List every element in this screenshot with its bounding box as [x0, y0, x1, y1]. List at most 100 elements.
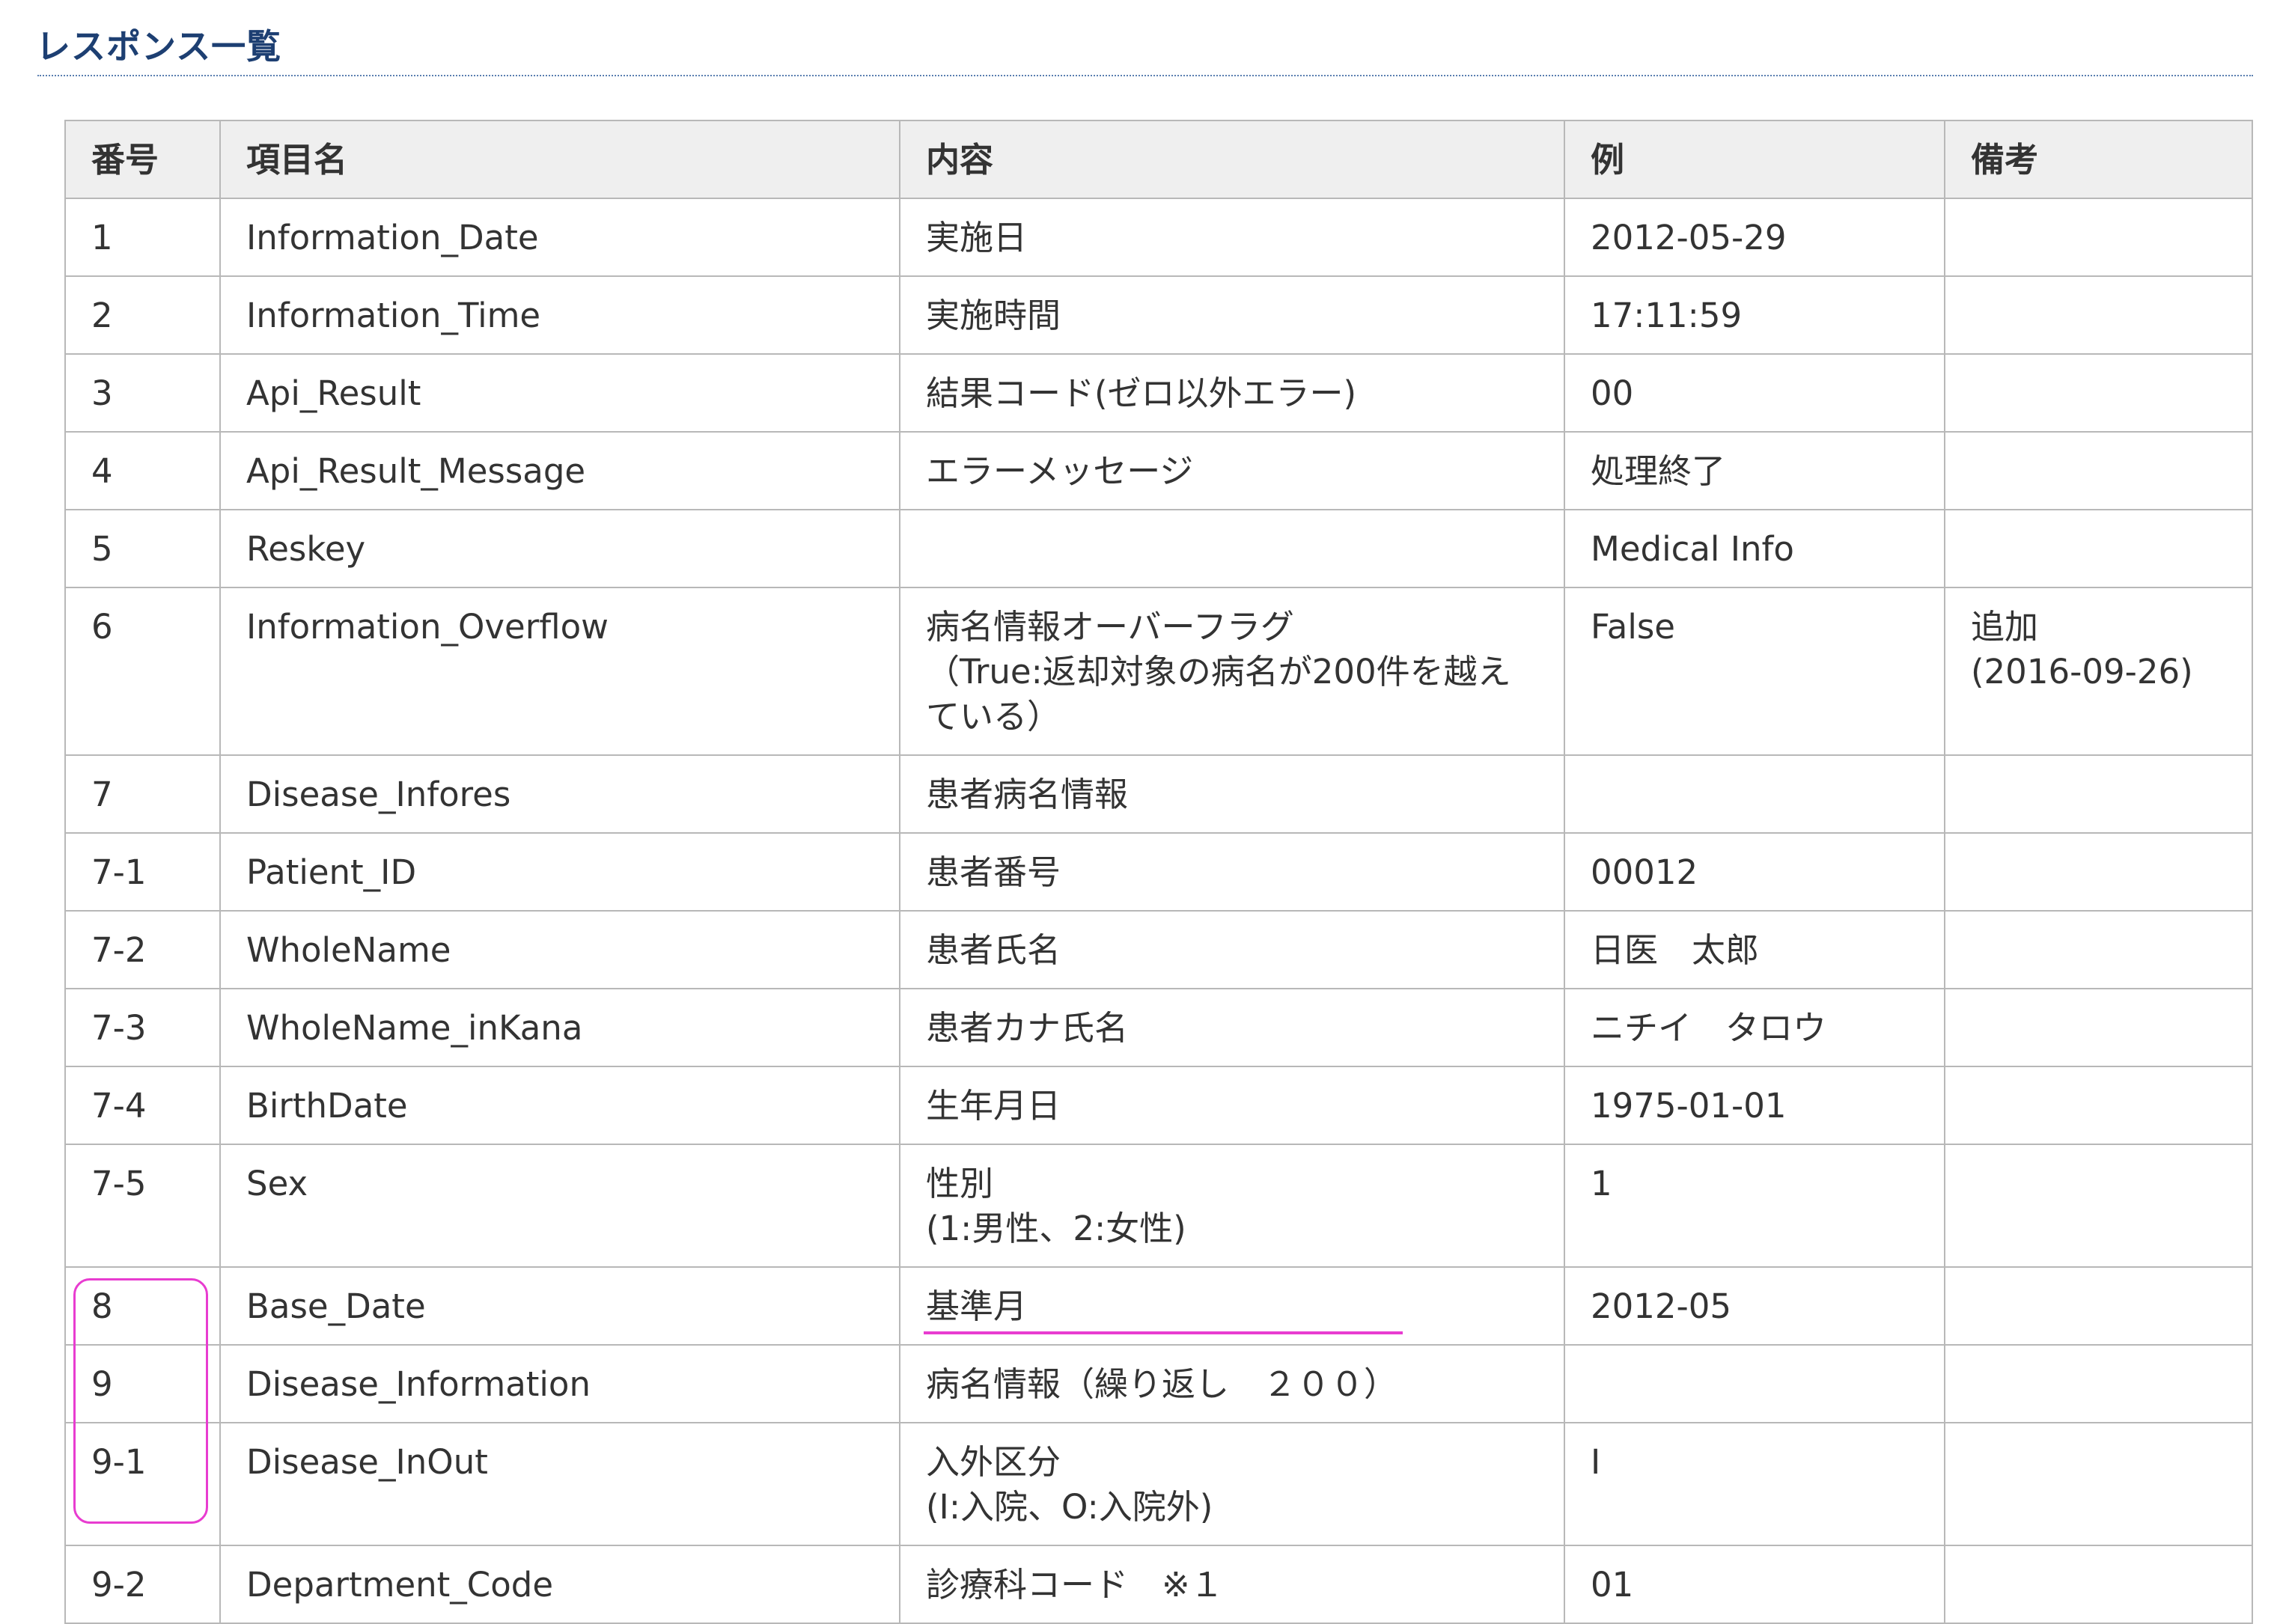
cell-remarks [1944, 1066, 2253, 1145]
cell-number: 5 [64, 509, 221, 588]
cell-number: 7-5 [64, 1144, 221, 1268]
cell-number: 9-2 [64, 1545, 221, 1624]
cell-item-name: Sex [219, 1144, 900, 1268]
cell-item-name: WholeName [219, 910, 900, 989]
title-divider [37, 75, 2253, 76]
cell-item-name: Department_Code [219, 1545, 900, 1624]
cell-content: 実施日 [899, 198, 1565, 277]
cell-content: 基準月 [899, 1266, 1565, 1346]
cell-remarks [1944, 832, 2253, 912]
response-table: 番号 項目名 内容 例 備考 1 Information_Date 実施日 20… [64, 120, 2253, 1624]
cell-content: 結果コード(ゼロ以外エラー) [899, 353, 1565, 433]
page-title: レスポンス一覧 [36, 26, 282, 67]
cell-example: 00 [1564, 353, 1945, 433]
table-row: 7-3 WholeName_inKana 患者カナ氏名 ニチイ タロウ [64, 988, 2253, 1067]
table-row: 7 Disease_Infores 患者病名情報 [64, 754, 2253, 834]
cell-example: 17:11:59 [1564, 275, 1945, 355]
cell-item-name: Reskey [219, 509, 900, 588]
cell-number: 9 [64, 1344, 221, 1423]
cell-item-name: Disease_Information [219, 1344, 900, 1423]
cell-content: 患者病名情報 [899, 754, 1565, 834]
cell-remarks [1944, 1144, 2253, 1268]
cell-content [899, 509, 1565, 588]
cell-remarks [1944, 509, 2253, 588]
cell-content: 病名情報オーバーフラグ （True:返却対象の病名が200件を越え ている） [899, 587, 1565, 756]
cell-example: 01 [1564, 1545, 1945, 1624]
cell-number: 7-1 [64, 832, 221, 912]
cell-content: 患者カナ氏名 [899, 988, 1565, 1067]
cell-example [1564, 1344, 1945, 1423]
cell-number: 7 [64, 754, 221, 834]
cell-remarks [1944, 1422, 2253, 1546]
cell-remarks [1944, 754, 2253, 834]
cell-remarks [1944, 1344, 2253, 1423]
table-row: 4 Api_Result_Message エラーメッセージ 処理終了 [64, 431, 2253, 510]
cell-example [1564, 754, 1945, 834]
cell-item-name: BirthDate [219, 1066, 900, 1145]
cell-number: 1 [64, 198, 221, 277]
cell-content: 性別 (1:男性、2:女性) [899, 1144, 1565, 1268]
cell-number: 4 [64, 431, 221, 510]
cell-item-name: Patient_ID [219, 832, 900, 912]
cell-remarks [1944, 353, 2253, 433]
cell-example: ニチイ タロウ [1564, 988, 1945, 1067]
cell-remarks [1944, 988, 2253, 1067]
cell-item-name: Base_Date [219, 1266, 900, 1346]
table-row: 1 Information_Date 実施日 2012-05-29 [64, 198, 2253, 277]
cell-example: 2012-05-29 [1564, 198, 1945, 277]
cell-number: 8 [64, 1266, 221, 1346]
cell-item-name: Disease_InOut [219, 1422, 900, 1546]
cell-item-name: Information_Date [219, 198, 900, 277]
table-row: 7-4 BirthDate 生年月日 1975-01-01 [64, 1066, 2253, 1145]
cell-example: 1975-01-01 [1564, 1066, 1945, 1145]
header-remarks: 備考 [1944, 120, 2253, 199]
table-row: 7-2 WholeName 患者氏名 日医 太郎 [64, 910, 2253, 989]
cell-content: 生年月日 [899, 1066, 1565, 1145]
cell-content: 病名情報（繰り返し ２００） [899, 1344, 1565, 1423]
header-content: 内容 [899, 120, 1565, 199]
cell-content: 患者氏名 [899, 910, 1565, 989]
cell-content: 入外区分 (I:入院、O:入院外) [899, 1422, 1565, 1546]
cell-remarks: 追加 (2016-09-26) [1944, 587, 2253, 756]
header-number: 番号 [64, 120, 221, 199]
table-row: 6 Information_Overflow 病名情報オーバーフラグ （True… [64, 587, 2253, 756]
cell-number: 3 [64, 353, 221, 433]
header-item-name: 項目名 [219, 120, 900, 199]
cell-item-name: Api_Result_Message [219, 431, 900, 510]
table-row: 2 Information_Time 実施時間 17:11:59 [64, 275, 2253, 355]
cell-item-name: Api_Result [219, 353, 900, 433]
cell-number: 9-1 [64, 1422, 221, 1546]
cell-example: 1 [1564, 1144, 1945, 1268]
cell-example: False [1564, 587, 1945, 756]
table-row: 5 Reskey Medical Info [64, 509, 2253, 588]
cell-number: 6 [64, 587, 221, 756]
cell-example: 2012-05 [1564, 1266, 1945, 1346]
cell-item-name: Information_Overflow [219, 587, 900, 756]
cell-remarks [1944, 1266, 2253, 1346]
cell-content: 診療科コード ※１ [899, 1545, 1565, 1624]
cell-content: 患者番号 [899, 832, 1565, 912]
cell-example: 日医 太郎 [1564, 910, 1945, 989]
cell-remarks [1944, 1545, 2253, 1624]
table-row: 9 Disease_Information 病名情報（繰り返し ２００） [64, 1344, 2253, 1423]
cell-remarks [1944, 275, 2253, 355]
cell-example: 00012 [1564, 832, 1945, 912]
header-example: 例 [1564, 120, 1945, 199]
table-row: 3 Api_Result 結果コード(ゼロ以外エラー) 00 [64, 353, 2253, 433]
cell-number: 7-3 [64, 988, 221, 1067]
cell-remarks [1944, 431, 2253, 510]
table-row: 8 Base_Date 基準月 2012-05 [64, 1266, 2253, 1346]
cell-number: 7-4 [64, 1066, 221, 1145]
cell-number: 2 [64, 275, 221, 355]
cell-example: I [1564, 1422, 1945, 1546]
cell-example: 処理終了 [1564, 431, 1945, 510]
table-header-row: 番号 項目名 内容 例 備考 [64, 120, 2253, 199]
cell-item-name: Information_Time [219, 275, 900, 355]
cell-content: エラーメッセージ [899, 431, 1565, 510]
cell-item-name: Disease_Infores [219, 754, 900, 834]
table-row: 9-2 Department_Code 診療科コード ※１ 01 [64, 1545, 2253, 1624]
cell-remarks [1944, 910, 2253, 989]
cell-item-name: WholeName_inKana [219, 988, 900, 1067]
table-row: 7-1 Patient_ID 患者番号 00012 [64, 832, 2253, 912]
table-row: 9-1 Disease_InOut 入外区分 (I:入院、O:入院外) I [64, 1422, 2253, 1546]
